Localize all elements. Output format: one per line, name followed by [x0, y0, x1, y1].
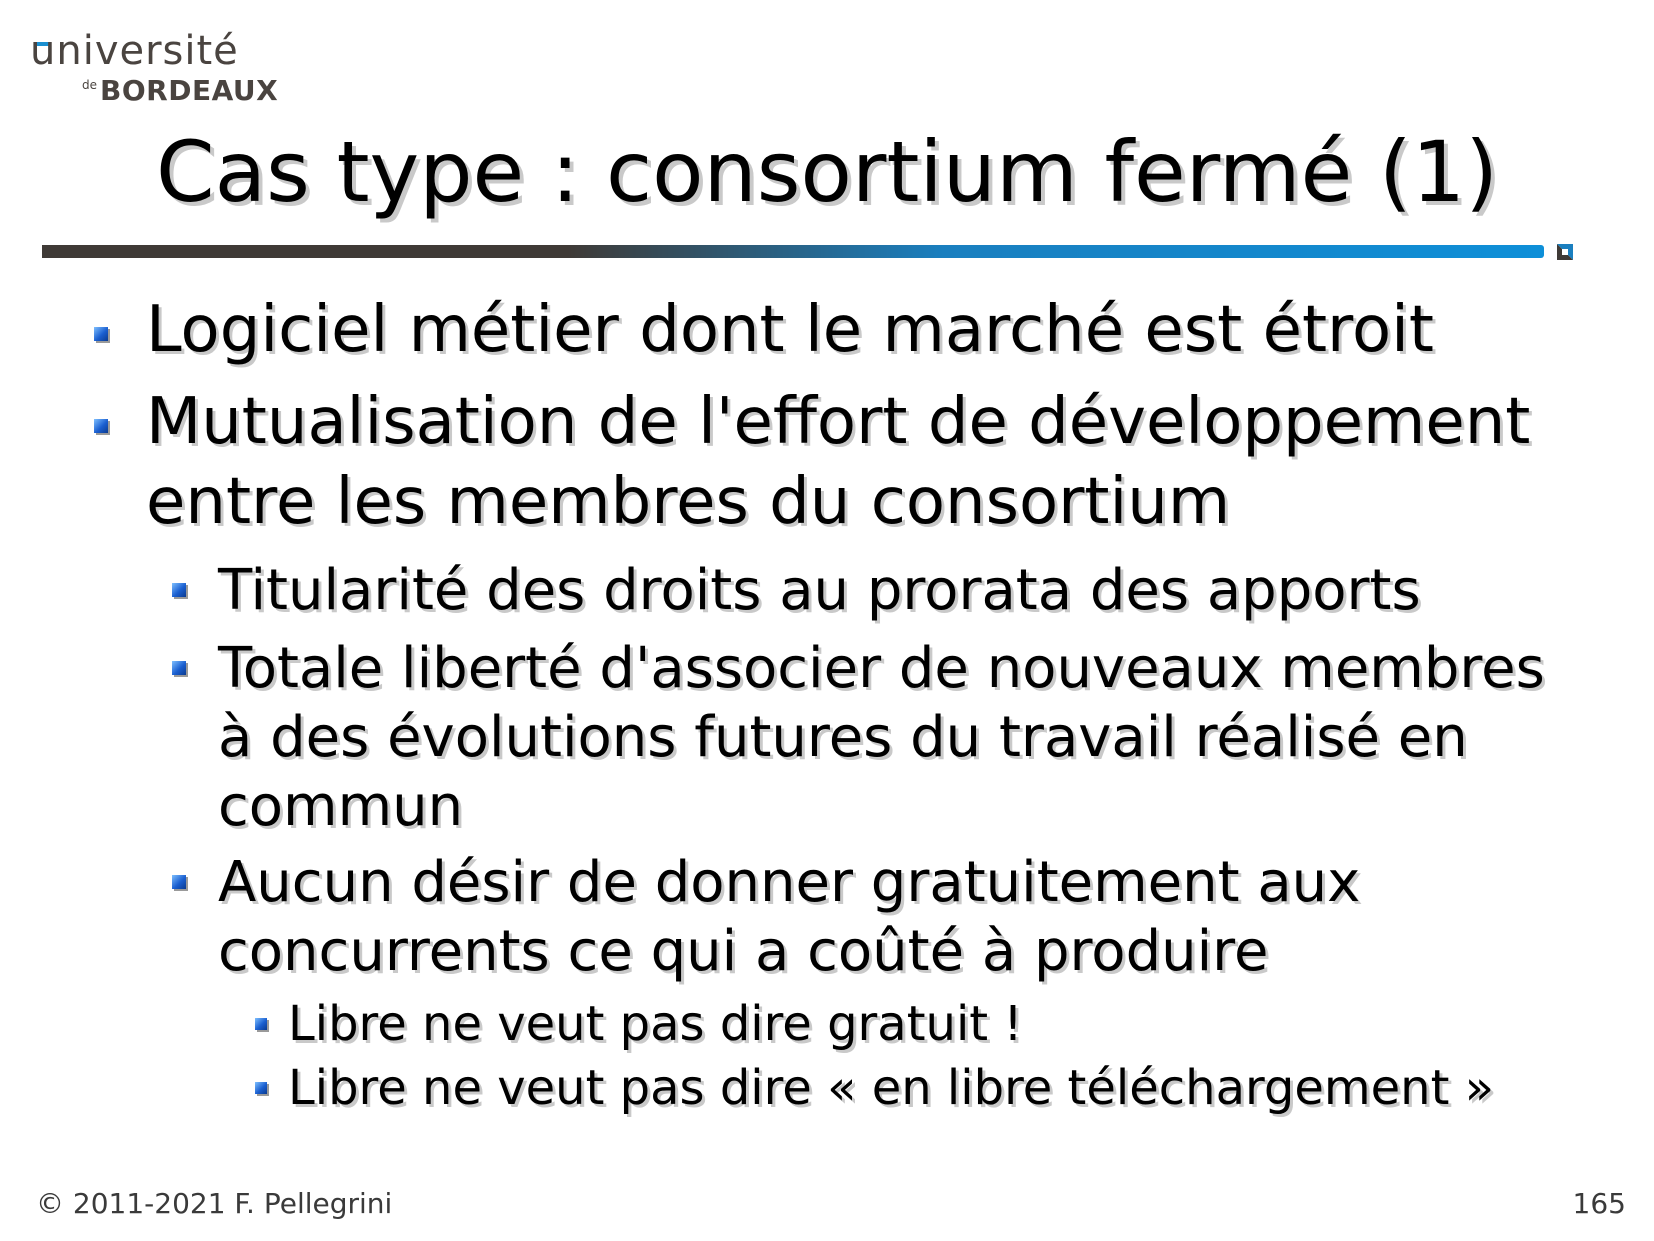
footer-copyright: © 2011-2021 F. Pellegrini: [36, 1187, 393, 1220]
bullet-list: Logiciel métier dont le marché est étroi…: [0, 0, 1654, 1241]
square-bullet-icon: [94, 327, 108, 341]
bullet-text-lvl1: Mutualisation de l'effort de développeme…: [146, 385, 1531, 459]
square-bullet-icon: [172, 875, 186, 889]
square-bullet-icon: [172, 661, 186, 675]
bullet-text-lvl2-cont: commun: [218, 774, 464, 839]
square-bullet-icon: [255, 1018, 267, 1030]
page-number: 165: [1572, 1187, 1626, 1220]
square-bullet-icon: [255, 1082, 267, 1094]
square-bullet-icon: [172, 583, 186, 597]
bullet-text-lvl3: Libre ne veut pas dire « en libre téléch…: [288, 1060, 1495, 1116]
bullet-text-lvl1-cont: entre les membres du consortium: [146, 465, 1231, 539]
bullet-text-lvl2-cont: concurrents ce qui a coûté à produire: [218, 919, 1269, 984]
square-bullet-icon: [94, 419, 108, 433]
bullet-text-lvl2-cont: à des évolutions futures du travail réal…: [218, 705, 1468, 770]
bullet-text-lvl3: Libre ne veut pas dire gratuit !: [288, 996, 1023, 1052]
bullet-text-lvl2: Totale liberté d'associer de nouveaux me…: [218, 636, 1545, 701]
bullet-text-lvl2: Aucun désir de donner gratuitement aux: [218, 850, 1361, 915]
bullet-text-lvl2: Titularité des droits au prorata des app…: [218, 558, 1421, 623]
bullet-text-lvl1: Logiciel métier dont le marché est étroi…: [146, 293, 1434, 367]
